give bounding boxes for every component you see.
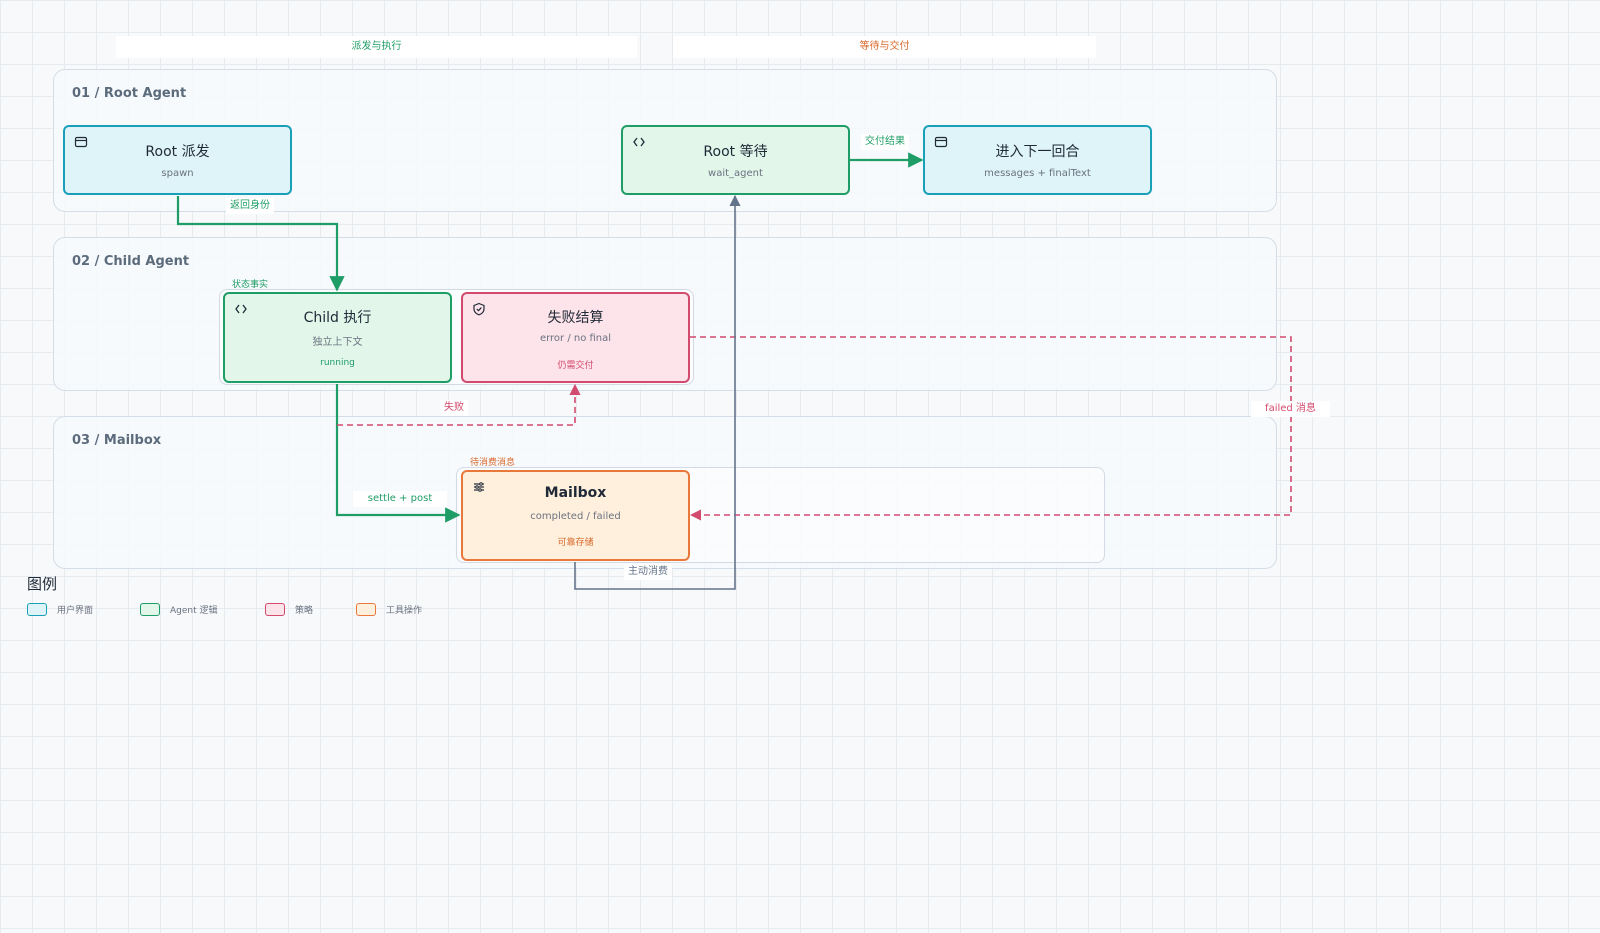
node-subtitle: wait_agent — [708, 168, 763, 179]
legend-label: 策略 — [295, 606, 314, 616]
legend-label: 用户界面 — [57, 606, 94, 616]
node-subtitle: messages + finalText — [984, 168, 1091, 179]
edge-label-fail: 失败 — [440, 400, 468, 416]
node-title: Child 执行 — [303, 310, 372, 326]
edge-label-deliver-result: 交付结果 — [861, 134, 909, 150]
legend-swatch — [27, 603, 47, 616]
node-title: Mailbox — [544, 485, 607, 501]
node-title: 失败结算 — [547, 310, 604, 326]
node-subtitle: spawn — [161, 168, 194, 179]
legend-swatch — [140, 603, 160, 616]
legend-label: Agent 逻辑 — [170, 606, 218, 616]
edge-failed-message — [689, 336, 1292, 521]
node-subtitle: 独立上下文 — [312, 337, 363, 348]
node-title: Root 等待 — [703, 144, 768, 160]
node-root-spawn[interactable]: Root 派发 spawn — [63, 125, 292, 195]
node-status-tag: running — [320, 358, 355, 368]
node-subtitle: error / no final — [539, 333, 612, 344]
node-root-wait[interactable]: Root 等待 wait_agent — [621, 125, 850, 195]
legend-swatch — [356, 603, 376, 616]
node-mailbox[interactable]: Mailbox completed / failed 可靠存储 — [461, 470, 690, 561]
legend-swatch — [265, 603, 285, 616]
legend-title: 图例 — [27, 575, 58, 593]
node-subtitle: completed / failed — [530, 511, 621, 522]
legend-label: 工具操作 — [386, 606, 423, 616]
edge-label-failed-message: failed 消息 — [1251, 401, 1330, 417]
node-status-tag: 可靠存储 — [557, 538, 594, 548]
node-title: Root 派发 — [145, 144, 210, 160]
edge-label-consume: 主动消费 — [624, 564, 672, 580]
node-fail-settle[interactable]: 失败结算 error / no final 仍需交付 — [461, 292, 690, 383]
edge-label-settle-post: settle + post — [353, 491, 447, 507]
node-status-tag: 仍需交付 — [557, 361, 594, 371]
node-title: 进入下一回合 — [995, 144, 1080, 160]
node-child-run[interactable]: Child 执行 独立上下文 running — [223, 292, 452, 383]
edge-label-return-identity: 返回身份 — [226, 198, 274, 214]
node-next-round[interactable]: 进入下一回合 messages + finalText — [923, 125, 1152, 195]
